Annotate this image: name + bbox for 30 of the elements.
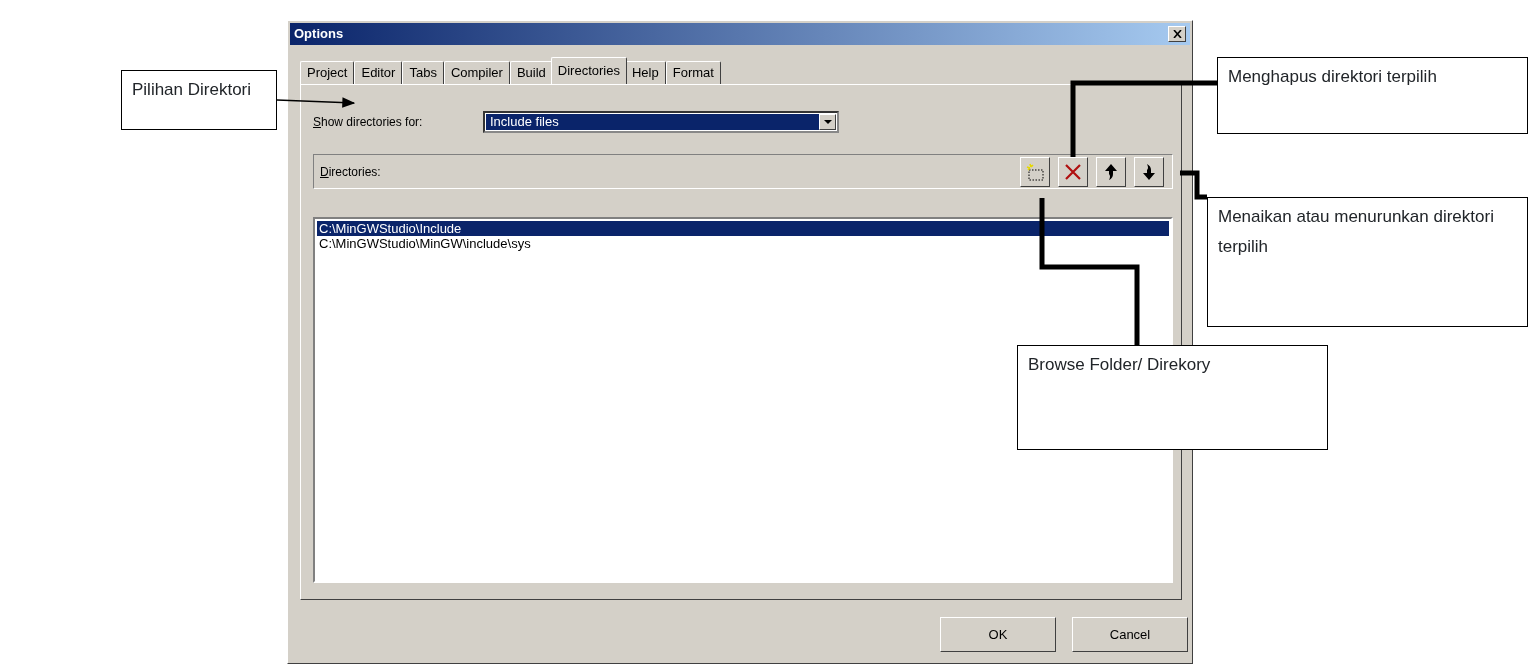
window-title: Options bbox=[294, 25, 344, 44]
toolbar-button[interactable] bbox=[1134, 156, 1164, 187]
callout-text: Menghapus direktori terpilih bbox=[1217, 57, 1528, 134]
callout-text: Pilihan Direktori bbox=[121, 70, 277, 130]
dialog-button[interactable]: OK bbox=[940, 617, 1056, 652]
tab[interactable]: Directories bbox=[550, 57, 627, 84]
tab[interactable]: Build bbox=[509, 61, 553, 84]
tab[interactable]: Help bbox=[624, 61, 666, 84]
toolbar-button[interactable] bbox=[1096, 156, 1126, 187]
tab[interactable]: Compiler bbox=[443, 61, 510, 84]
close-button[interactable] bbox=[1168, 26, 1186, 42]
tab[interactable]: Editor bbox=[354, 61, 403, 84]
list-item[interactable]: C:\MinGWStudio\Include bbox=[317, 221, 1169, 236]
list-item[interactable]: C:\MinGWStudio\MinGW\include\sys bbox=[317, 236, 1169, 251]
toolbar-button[interactable] bbox=[1058, 156, 1088, 187]
callout-text: Browse Folder/ Direkory bbox=[1017, 345, 1328, 450]
close-icon bbox=[1172, 30, 1182, 38]
tab[interactable]: Tabs bbox=[402, 61, 444, 84]
dialog-button[interactable]: Cancel bbox=[1072, 617, 1188, 652]
tab[interactable]: Format bbox=[665, 61, 721, 84]
delete-icon bbox=[1063, 161, 1083, 182]
toolbar-button[interactable] bbox=[1020, 156, 1050, 187]
new-folder-icon bbox=[1025, 161, 1045, 182]
leader-line bbox=[1180, 170, 1207, 200]
tab[interactable]: Project bbox=[300, 61, 355, 84]
list-label: Directories: bbox=[320, 163, 381, 181]
directory-type-dropdown[interactable]: Include files bbox=[483, 111, 839, 133]
callout-text: Menaikan atau menurunkan direktori terpilih bbox=[1207, 197, 1528, 327]
field-label: Show directories for: bbox=[313, 114, 424, 131]
dropdown-arrow-icon bbox=[823, 120, 832, 124]
